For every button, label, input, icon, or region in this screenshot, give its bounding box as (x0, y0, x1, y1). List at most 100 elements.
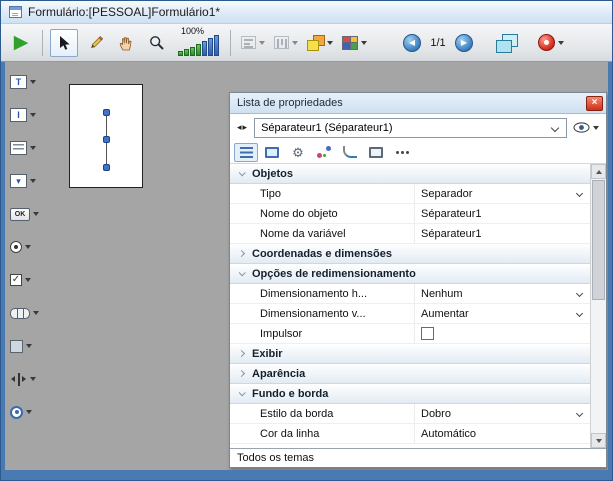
scrollbar-thumb[interactable] (592, 180, 605, 300)
red-circle-dropdown[interactable] (535, 29, 567, 57)
form-page[interactable] (69, 84, 143, 188)
dimensionamento-h-select[interactable]: Nenhum (414, 284, 590, 303)
scroll-up-button[interactable] (591, 164, 606, 179)
section-objetos[interactable]: Objetos (230, 164, 590, 184)
window-titlebar[interactable]: Formulário:[PESSOAL]Formulário1* (1, 1, 612, 24)
events-tab[interactable] (312, 143, 336, 162)
tipo-select[interactable]: Separador (414, 184, 590, 203)
chevron-down-icon (576, 190, 583, 197)
ring-icon (10, 406, 23, 419)
dropdown-arrow-icon (25, 245, 31, 249)
object-selector-row: ◂▸ Séparateur1 (Séparateur1) (230, 114, 606, 141)
tool-rectangle-button[interactable] (5, 334, 41, 358)
distribute-icon (274, 36, 289, 49)
tool-buttonbar-button[interactable] (5, 301, 41, 325)
zoom-bar[interactable] (208, 38, 213, 56)
scroll-down-button[interactable] (591, 433, 606, 448)
zoom-bar[interactable] (190, 47, 195, 56)
estilo-borda-select[interactable]: Dobro (414, 404, 590, 423)
zoom-bar[interactable] (202, 41, 207, 56)
property-row-cor-linha: Cor da linha Automático (230, 424, 590, 444)
selection-handle-middle[interactable] (103, 136, 110, 143)
property-label: Estilo da borda (230, 404, 414, 423)
zoom-bar[interactable] (184, 49, 189, 56)
property-row-tipo: Tipo Separador (230, 184, 590, 204)
nome-objeto-field[interactable]: Séparateur1 (414, 204, 590, 223)
estilo-borda-value: Dobro (421, 408, 451, 420)
chart-tab[interactable] (338, 143, 362, 162)
zoom-bar[interactable] (178, 51, 183, 56)
panel-scrollbar[interactable] (590, 164, 606, 448)
section-redimensionamento[interactable]: Opções de redimensionamento (230, 264, 590, 284)
tool-pushbutton-button[interactable]: OK (5, 202, 41, 226)
display-tab[interactable] (260, 143, 284, 162)
object-prev-next-button[interactable]: ◂▸ (235, 121, 250, 134)
cor-linha-field[interactable]: Automático (414, 424, 590, 443)
ok-button-icon: OK (10, 208, 30, 221)
main-toolbar: ▶ 100% (1, 24, 612, 62)
windows-list-button[interactable] (492, 29, 520, 57)
panel-toolbar: ⚙ (230, 141, 606, 164)
hand-tool-button[interactable] (112, 29, 140, 57)
dropdown-arrow-icon (30, 80, 36, 84)
tool-checkbox-button[interactable]: ✓ (5, 268, 41, 292)
selected-object-label: Séparateur1 (Séparateur1) (261, 122, 392, 134)
section-exibir[interactable]: Exibir (230, 344, 590, 364)
selection-handle-top[interactable] (103, 109, 110, 116)
tool-text-button[interactable]: T (5, 70, 41, 94)
property-row-dimensionamento-v: Dimensionamento v... Aumentar (230, 304, 590, 324)
button-bar-icon (10, 308, 30, 319)
zoom-tool-button[interactable] (143, 29, 171, 57)
tool-splitter-button[interactable] (5, 367, 41, 391)
themes-filter-label: Todos os temas (237, 452, 314, 464)
panel-titlebar[interactable]: Lista de propriedades × (230, 93, 606, 114)
tool-radio-button[interactable] (5, 235, 41, 259)
settings-tab[interactable]: ⚙ (286, 143, 310, 162)
previous-page-button[interactable]: ◀ (403, 34, 421, 52)
tool-input-button[interactable]: I (5, 103, 41, 127)
tool-oval-button[interactable] (5, 400, 41, 424)
section-title: Exibir (252, 348, 283, 360)
ellipsis-icon (396, 151, 399, 154)
down-arrow-icon (596, 439, 602, 443)
pencil-tool-button[interactable] (81, 29, 109, 57)
colors-dropdown[interactable] (339, 29, 370, 57)
pointer-tool-button[interactable] (50, 29, 78, 57)
dimensionamento-v-value: Aumentar (421, 308, 469, 320)
layers-dropdown[interactable] (304, 29, 336, 57)
nome-variavel-field[interactable]: Séparateur1 (414, 224, 590, 243)
form-window-icon (9, 6, 22, 18)
view-options-button[interactable] (571, 122, 601, 133)
hand-icon (118, 35, 134, 51)
selection-handle-bottom[interactable] (103, 164, 110, 171)
more-options-button[interactable] (390, 143, 414, 162)
nome-objeto-value: Séparateur1 (421, 208, 482, 220)
property-row-impulsor: Impulsor (230, 324, 590, 344)
panel-footer: Todos os temas (230, 448, 606, 467)
impulsor-checkbox[interactable] (421, 327, 434, 340)
pencil-icon (87, 35, 104, 51)
distribute-tools-dropdown[interactable] (271, 29, 301, 57)
scrollbar-track[interactable] (591, 179, 606, 433)
align-tools-dropdown[interactable] (238, 29, 268, 57)
property-label: Nome do objeto (230, 204, 414, 223)
execute-form-button[interactable]: ▶ (7, 29, 35, 57)
zoom-bar[interactable] (196, 44, 201, 56)
section-coordenadas[interactable]: Coordenadas e dimensões (230, 244, 590, 264)
dimensionamento-v-select[interactable]: Aumentar (414, 304, 590, 323)
section-aparencia[interactable]: Aparência (230, 364, 590, 384)
screen-tab[interactable] (364, 143, 388, 162)
tool-combobox-button[interactable]: ▾ (5, 169, 41, 193)
theme-list-tab[interactable] (234, 143, 258, 162)
chevron-down-icon (576, 410, 583, 417)
tool-listbox-button[interactable] (5, 136, 41, 160)
object-selector-dropdown[interactable]: Séparateur1 (Séparateur1) (254, 118, 567, 138)
property-row-dimensionamento-h: Dimensionamento h... Nenhum (230, 284, 590, 304)
cascade-windows-icon (496, 34, 517, 52)
panel-title: Lista de propriedades (237, 97, 586, 109)
next-page-button[interactable]: ▶ (455, 34, 473, 52)
zoom-level-control[interactable]: 100% (174, 26, 223, 60)
section-fundo-borda[interactable]: Fundo e borda (230, 384, 590, 404)
zoom-bar[interactable] (214, 35, 219, 56)
close-button[interactable]: × (586, 96, 603, 111)
